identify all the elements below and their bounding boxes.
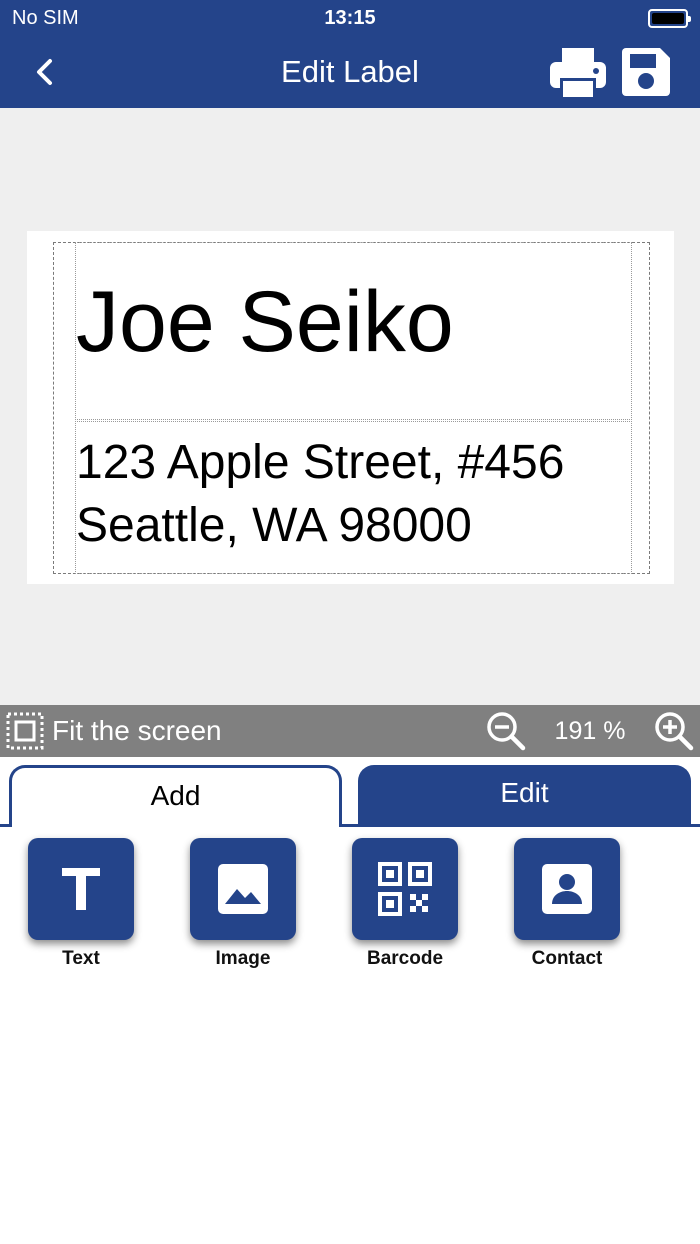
address-line-1: 123 Apple Street, #456 xyxy=(76,436,565,489)
contact-icon xyxy=(542,864,592,914)
address-text-object[interactable]: 123 Apple Street, #456 Seattle, WA 98000 xyxy=(75,421,632,574)
fit-screen-icon[interactable] xyxy=(6,712,44,750)
battery-icon xyxy=(648,9,691,28)
navigation-bar: Edit Label xyxy=(0,36,700,108)
add-text-label: Text xyxy=(62,948,100,969)
add-contact-button[interactable] xyxy=(514,838,620,940)
save-button[interactable] xyxy=(618,44,674,100)
name-text: Joe Seiko xyxy=(76,274,454,370)
clock-text: 13:15 xyxy=(324,7,376,29)
text-icon xyxy=(62,868,100,910)
qr-code-icon xyxy=(378,862,432,916)
floppy-disk-icon xyxy=(622,48,670,96)
name-text-object[interactable]: Joe Seiko xyxy=(75,242,632,420)
zoom-out-icon[interactable] xyxy=(485,710,527,752)
add-image-tool[interactable]: Image xyxy=(190,838,296,970)
zoom-in-icon[interactable] xyxy=(653,710,695,752)
printer-icon xyxy=(550,48,606,98)
mode-tabs: Add Edit xyxy=(0,757,700,827)
fit-screen-button[interactable]: Fit the screen xyxy=(52,715,222,747)
add-barcode-button[interactable] xyxy=(352,838,458,940)
status-bar: No SIM 13:15 xyxy=(0,0,700,36)
add-tools-panel: Text Image Barcode Contact xyxy=(0,827,700,1244)
add-text-button[interactable] xyxy=(28,838,134,940)
label-canvas[interactable]: Joe Seiko 123 Apple Street, #456 Seattle… xyxy=(0,108,700,705)
zoom-level: 191 % xyxy=(554,717,626,745)
add-image-label: Image xyxy=(215,948,271,969)
add-text-tool[interactable]: Text xyxy=(28,838,134,970)
add-barcode-label: Barcode xyxy=(366,948,444,969)
tab-add[interactable]: Add xyxy=(9,765,342,827)
zoom-toolbar: Fit the screen 191 % xyxy=(0,705,700,757)
label-preview: Joe Seiko 123 Apple Street, #456 Seattle… xyxy=(27,231,674,584)
add-contact-label: Contact xyxy=(531,948,603,969)
print-button[interactable] xyxy=(548,44,608,100)
add-barcode-tool[interactable]: Barcode xyxy=(352,838,458,970)
address-line-2: Seattle, WA 98000 xyxy=(76,499,472,552)
tab-edit[interactable]: Edit xyxy=(358,765,691,827)
add-image-button[interactable] xyxy=(190,838,296,940)
image-icon xyxy=(218,864,268,914)
add-contact-tool[interactable]: Contact xyxy=(514,838,620,970)
